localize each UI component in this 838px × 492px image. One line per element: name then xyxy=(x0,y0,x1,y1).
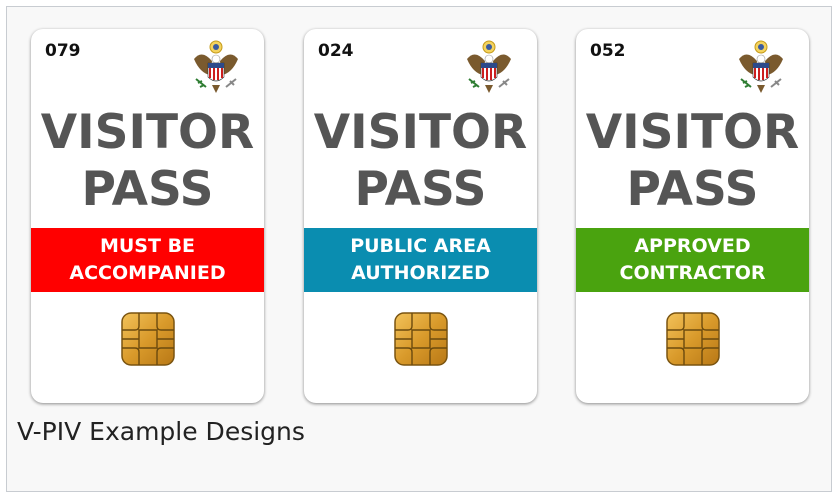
smart-chip-icon xyxy=(120,312,175,366)
status-band: APPROVED CONTRACTOR xyxy=(576,228,809,292)
band-line-1: APPROVED xyxy=(634,235,751,257)
visitor-pass-card[interactable]: 024 VISITOR PASS PUBLIC AREA AUTHORIZED xyxy=(304,29,537,403)
smart-chip-icon xyxy=(665,312,720,366)
band-line-1: PUBLIC AREA xyxy=(350,235,491,257)
card-number: 024 xyxy=(318,41,354,61)
status-band: PUBLIC AREA AUTHORIZED xyxy=(304,228,537,292)
visitor-title: VISITOR xyxy=(40,105,255,160)
great-seal-icon xyxy=(467,40,511,93)
status-band: MUST BE ACCOMPANIED xyxy=(31,228,264,292)
band-line-2: CONTRACTOR xyxy=(619,262,766,284)
band-line-1: MUST BE xyxy=(99,235,196,257)
card-number: 079 xyxy=(45,41,81,61)
card-number: 052 xyxy=(590,41,626,61)
visitor-title: VISITOR xyxy=(585,105,800,160)
visitor-pass-card[interactable]: 052 VISITOR PASS APPROVED CONTRACTOR xyxy=(576,29,809,403)
pass-title: PASS xyxy=(354,162,487,217)
great-seal-icon xyxy=(194,40,238,93)
pass-title: PASS xyxy=(81,162,214,217)
figure-thumbnail: 079 VISITOR PASS MUST BE ACCOMPANIED 024… xyxy=(6,6,832,492)
visitor-title: VISITOR xyxy=(313,105,528,160)
pass-title: PASS xyxy=(626,162,759,217)
great-seal-icon xyxy=(739,40,783,93)
smart-chip-icon xyxy=(393,312,448,366)
band-line-2: ACCOMPANIED xyxy=(69,262,226,284)
visitor-pass-card[interactable]: 079 VISITOR PASS MUST BE ACCOMPANIED xyxy=(31,29,264,403)
figure-caption: V-PIV Example Designs xyxy=(17,417,305,446)
band-line-2: AUTHORIZED xyxy=(351,262,490,284)
